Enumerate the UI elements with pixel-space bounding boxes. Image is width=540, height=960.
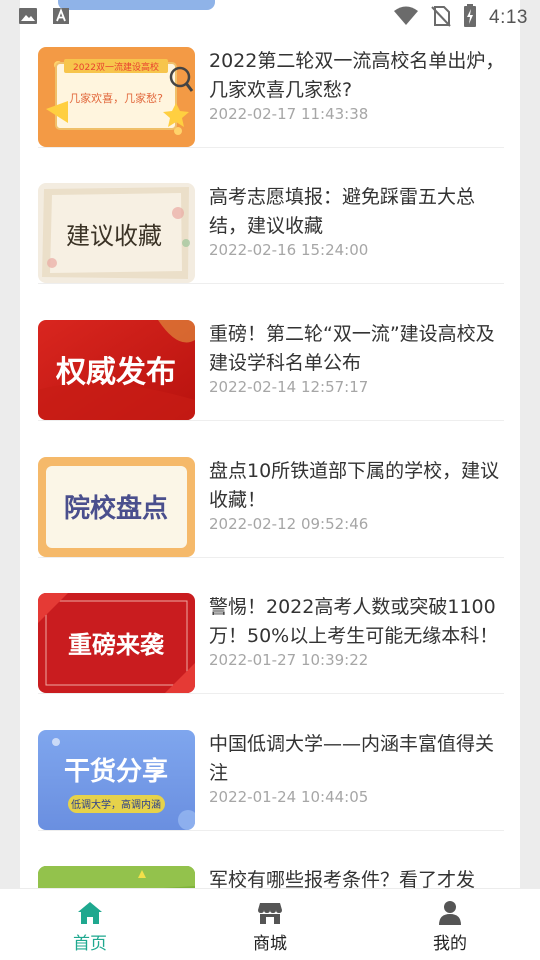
article-date: 2022-02-14 12:57:17 [209, 378, 369, 396]
article-feed[interactable]: 2022双一流建设高校 几家欢喜，几家愁? 2022第二轮双一流高校名单出炉，几… [20, 0, 520, 888]
article-date: 2022-01-24 10:44:05 [209, 788, 369, 806]
divider [38, 147, 504, 148]
thumb-caption: 权威发布 [55, 355, 176, 390]
status-bar: 4:13 [0, 0, 540, 36]
article-item[interactable]: 重磅来袭 警惕！2022高考人数或突破1100万！50%以上考生可能无缘本科！ … [20, 593, 520, 730]
article-date: 2022-01-27 10:39:22 [209, 651, 369, 669]
status-time: 4:13 [489, 7, 528, 28]
battery-charging-icon [463, 4, 477, 32]
thumb-caption: 建议收藏 [66, 222, 162, 250]
divider [38, 693, 504, 694]
divider [38, 283, 504, 284]
article-item[interactable]: 院校盘点 盘点10所铁道部下属的学校，建议收藏！ 2022-02-12 09:5… [20, 457, 520, 594]
app-screen: 4:13 2022双一流建设高校 几家欢喜，几家愁? 2022第二轮双一流高校名… [0, 0, 540, 960]
article-thumbnail[interactable]: 院校盘点 [38, 457, 195, 557]
article-thumbnail[interactable]: 2022双一流建设高校 几家欢喜，几家愁? [38, 47, 195, 147]
article-title[interactable]: 盘点10所铁道部下属的学校，建议收藏！ [209, 457, 505, 515]
article-title[interactable]: 重磅！第二轮“双一流”建设高校及建设学科名单公布 [209, 320, 505, 378]
tab-label: 商城 [253, 934, 287, 954]
home-icon [77, 899, 103, 927]
store-icon [257, 899, 283, 927]
thumb-caption: 干货分享 [64, 756, 168, 787]
article-title[interactable]: 2022第二轮双一流高校名单出炉，几家欢喜几家愁? [209, 47, 505, 105]
article-thumbnail[interactable]: 重磅来袭 [38, 593, 195, 693]
tab-profile[interactable]: 我的 [360, 889, 540, 960]
divider [38, 420, 504, 421]
article-item[interactable]: 军校有哪些报考条件？看了才发 [20, 866, 520, 888]
article-title[interactable]: 高考志愿填报：避免踩雷五大总结，建议收藏 [209, 183, 505, 241]
article-item[interactable]: 权威发布 重磅！第二轮“双一流”建设高校及建设学科名单公布 2022-02-14… [20, 320, 520, 457]
article-thumbnail[interactable]: 权威发布 [38, 320, 195, 420]
image-icon [18, 7, 38, 29]
article-thumbnail[interactable]: 干货分享 低调大学，高调内涵 [38, 730, 195, 830]
article-date: 2022-02-12 09:52:46 [209, 515, 369, 533]
article-item[interactable]: 建议收藏 高考志愿填报：避免踩雷五大总结，建议收藏 2022-02-16 15:… [20, 183, 520, 320]
article-item[interactable]: 2022双一流建设高校 几家欢喜，几家愁? 2022第二轮双一流高校名单出炉，几… [20, 47, 520, 184]
article-thumbnail[interactable] [38, 866, 195, 888]
article-date: 2022-02-16 15:24:00 [209, 241, 369, 259]
article-title[interactable]: 军校有哪些报考条件？看了才发 [209, 866, 505, 888]
tab-label: 首页 [73, 934, 107, 954]
divider [38, 557, 504, 558]
article-title[interactable]: 中国低调大学——内涵丰富值得关注 [209, 730, 505, 788]
tab-store[interactable]: 商城 [180, 889, 360, 960]
article-date: 2022-02-17 11:43:38 [209, 105, 369, 123]
user-icon [438, 899, 462, 927]
thumb-caption: 几家欢喜，几家愁? [69, 91, 163, 105]
thumb-caption: 低调大学，高调内涵 [71, 798, 161, 811]
article-item[interactable]: 干货分享 低调大学，高调内涵 中国低调大学——内涵丰富值得关注 2022-01-… [20, 730, 520, 867]
bottom-navigation: 首页 商城 我的 [0, 888, 540, 960]
article-thumbnail[interactable]: 建议收藏 [38, 183, 195, 283]
divider [38, 830, 504, 831]
thumb-caption: 重磅来袭 [68, 631, 165, 659]
thumb-caption: 院校盘点 [64, 493, 168, 524]
wifi-icon [393, 6, 419, 30]
tab-label: 我的 [433, 934, 467, 954]
thumb-caption: 2022双一流建设高校 [73, 61, 159, 73]
font-a-icon [52, 7, 70, 29]
article-title[interactable]: 警惕！2022高考人数或突破1100万！50%以上考生可能无缘本科！ [209, 593, 505, 651]
no-sim-icon [431, 5, 451, 31]
tab-home[interactable]: 首页 [0, 889, 180, 960]
